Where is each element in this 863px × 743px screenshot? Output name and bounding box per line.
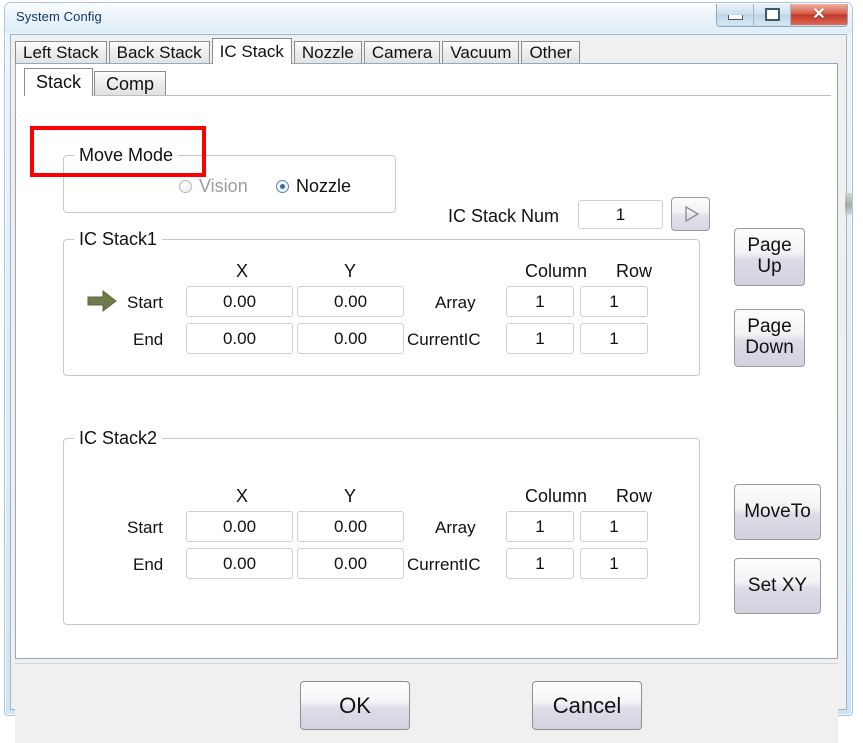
move-mode-legend: Move Mode: [74, 145, 179, 166]
page-down-button[interactable]: Page Down: [734, 309, 805, 367]
close-icon: ✕: [812, 5, 826, 23]
ic-stack2-currentic-column-input[interactable]: 1: [506, 548, 574, 579]
ic-stack1-currentic-column-input[interactable]: 1: [506, 323, 574, 354]
tab-vacuum[interactable]: Vacuum: [442, 41, 520, 64]
tab-camera[interactable]: Camera: [363, 41, 441, 64]
ic-stack2-end-label: End: [133, 555, 164, 574]
tab-other[interactable]: Other: [521, 41, 580, 64]
set-xy-button[interactable]: Set XY: [734, 558, 821, 614]
sub-tab-underline: [24, 95, 831, 96]
ic-stack1-start-x-input[interactable]: 0.00: [186, 286, 293, 317]
tab-left-stack[interactable]: Left Stack: [15, 41, 107, 64]
ic-stack2-array-row-input[interactable]: 1: [580, 511, 648, 542]
tab-back-stack-label: Back Stack: [116, 43, 202, 62]
radio-vision[interactable]: Vision: [179, 176, 248, 197]
dialog-footer: OK Cancel: [15, 663, 838, 743]
ic-stack2-end-y-input[interactable]: 0.00: [297, 548, 404, 579]
radio-vision-label: Vision: [199, 176, 248, 196]
window-controls: ✕: [716, 4, 848, 27]
ic-stack-num-next-button[interactable]: [671, 197, 710, 231]
title-bar: System Config ✕: [5, 3, 852, 33]
tab-comp-label: Comp: [106, 73, 155, 94]
ic-stack2-header-column: Column: [525, 486, 588, 506]
ic-stack2-start-x-input[interactable]: 0.00: [186, 511, 293, 542]
ic-stack1-end-label: End: [133, 330, 164, 349]
ic-stack1-legend: IC Stack1: [74, 229, 163, 250]
ic-stack2-header-x: X: [236, 486, 249, 506]
close-button[interactable]: ✕: [791, 4, 847, 25]
ic-stack-panel: Stack Comp Move Mode Vision Nozzle IC St…: [15, 63, 838, 659]
ic-stack1-start-label: Start: [127, 293, 163, 312]
tab-vacuum-label: Vacuum: [450, 43, 512, 62]
ic-stack1-group: IC Stack1 X Y Column Row Start 0.00 0.00…: [63, 229, 700, 376]
radio-nozzle-label: Nozzle: [296, 176, 352, 196]
ic-stack2-array-label: Array: [435, 518, 476, 537]
ic-stack1-end-x-input[interactable]: 0.00: [186, 323, 293, 354]
client-area: Left Stack Back Stack IC Stack Nozzle Ca…: [10, 34, 847, 743]
ic-stack2-currentic-label: CurrentIC: [407, 555, 481, 574]
ic-stack1-array-label: Array: [435, 293, 476, 312]
ic-stack2-start-y-input[interactable]: 0.00: [297, 511, 404, 542]
tab-back-stack[interactable]: Back Stack: [108, 41, 210, 64]
maximize-icon: [764, 8, 780, 21]
ic-stack-num-input[interactable]: 1: [578, 200, 663, 229]
ic-stack1-header-x: X: [236, 261, 249, 281]
ic-stack2-legend: IC Stack2: [74, 428, 163, 449]
page-up-button[interactable]: Page Up: [734, 228, 805, 286]
system-config-window: System Config ✕ Left Stack Back Stack IC…: [4, 2, 853, 743]
tab-ic-stack[interactable]: IC Stack: [211, 38, 292, 64]
ic-stack1-array-row-input[interactable]: 1: [580, 286, 648, 317]
ic-stack2-header-row: Row: [616, 486, 653, 506]
tab-left-stack-label: Left Stack: [23, 43, 99, 62]
tab-nozzle-label: Nozzle: [301, 43, 354, 62]
tab-camera-label: Camera: [371, 43, 433, 62]
ic-stack2-header-y: Y: [344, 486, 357, 506]
sub-tab-strip: Stack Comp: [24, 68, 167, 96]
ic-stack2-end-x-input[interactable]: 0.00: [186, 548, 293, 579]
ic-stack1-header-row: Row: [616, 261, 653, 281]
ic-stack2-currentic-row-input[interactable]: 1: [580, 548, 648, 579]
radio-nozzle-indicator: [276, 180, 289, 193]
ok-button[interactable]: OK: [300, 681, 410, 730]
cancel-button[interactable]: Cancel: [532, 681, 642, 730]
ic-stack1-array-column-input[interactable]: 1: [506, 286, 574, 317]
ic-stack-num-label: IC Stack Num: [448, 206, 560, 226]
ic-stack1-header-y: Y: [344, 261, 357, 281]
main-tab-strip: Left Stack Back Stack IC Stack Nozzle Ca…: [15, 38, 582, 64]
ic-stack2-start-label: Start: [127, 518, 163, 537]
triangle-right-icon: [684, 205, 699, 223]
window-title: System Config: [16, 9, 102, 24]
move-to-button[interactable]: MoveTo: [734, 484, 821, 540]
maximize-button[interactable]: [754, 4, 791, 25]
ic-stack1-currentic-label: CurrentIC: [407, 330, 481, 349]
ic-stack1-end-y-input[interactable]: 0.00: [297, 323, 404, 354]
minimize-icon: [727, 14, 743, 20]
ic-stack1-start-y-input[interactable]: 0.00: [297, 286, 404, 317]
ic-stack2-array-column-input[interactable]: 1: [506, 511, 574, 542]
tab-ic-stack-label: IC Stack: [219, 41, 284, 61]
ic-stack1-currentic-row-input[interactable]: 1: [580, 323, 648, 354]
radio-nozzle[interactable]: Nozzle: [276, 176, 351, 197]
edge-artifact: [845, 193, 852, 215]
tab-stack[interactable]: Stack: [24, 68, 94, 96]
tab-nozzle[interactable]: Nozzle: [293, 41, 362, 64]
tab-comp[interactable]: Comp: [94, 71, 167, 96]
tab-other-label: Other: [529, 43, 572, 62]
tab-stack-label: Stack: [36, 72, 82, 92]
ic-stack1-header-column: Column: [525, 261, 588, 281]
minimize-button[interactable]: [717, 4, 754, 25]
green-arrow-icon: [87, 289, 117, 313]
radio-vision-indicator: [179, 180, 192, 193]
move-mode-group: Move Mode Vision Nozzle: [63, 145, 396, 213]
ic-stack2-group: IC Stack2 X Y Column Row Start 0.00 0.00…: [63, 428, 700, 625]
